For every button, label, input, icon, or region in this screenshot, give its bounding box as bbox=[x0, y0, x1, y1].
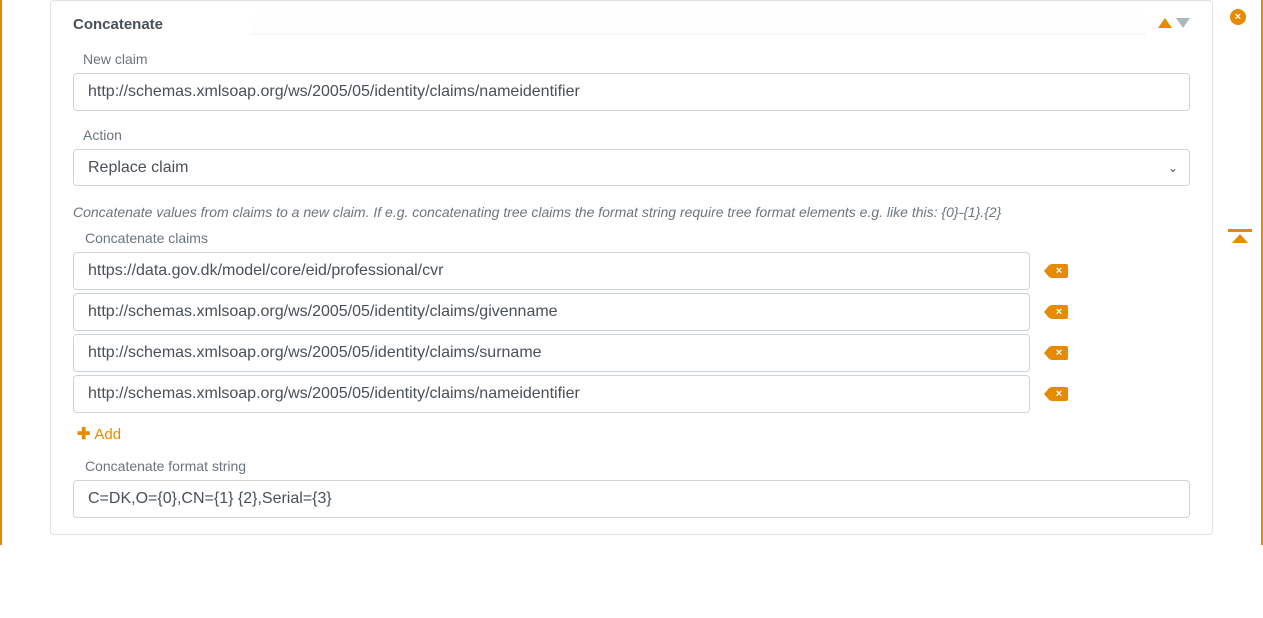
claim-row: × bbox=[73, 334, 1030, 372]
claim-input[interactable] bbox=[73, 375, 1030, 413]
remove-card-button[interactable]: × bbox=[1230, 9, 1246, 25]
delete-claim-button[interactable]: × bbox=[1050, 305, 1068, 319]
claim-input[interactable] bbox=[73, 293, 1030, 331]
plus-icon: ✚ bbox=[77, 424, 90, 444]
add-claim-button[interactable]: ✚ Add bbox=[77, 424, 121, 444]
delete-claim-button[interactable]: × bbox=[1050, 346, 1068, 360]
concatenate-card: × Concatenate New claim bbox=[50, 0, 1213, 535]
claim-row: × bbox=[73, 293, 1030, 331]
concatenate-claims-label: Concatenate claims bbox=[85, 230, 1190, 246]
claim-input[interactable] bbox=[73, 334, 1030, 372]
header-gradient bbox=[251, 11, 1146, 35]
delete-icon: × bbox=[1056, 266, 1062, 277]
claim-input[interactable] bbox=[73, 252, 1030, 290]
new-claim-input[interactable] bbox=[73, 73, 1190, 111]
claim-row: × bbox=[73, 252, 1030, 290]
frame-border-left bbox=[0, 0, 2, 545]
delete-icon: × bbox=[1056, 348, 1062, 359]
delete-icon: × bbox=[1056, 389, 1062, 400]
delete-claim-button[interactable]: × bbox=[1050, 387, 1068, 401]
collapse-triangle-icon bbox=[1232, 234, 1248, 243]
delete-claim-button[interactable]: × bbox=[1050, 264, 1068, 278]
action-select[interactable]: Replace claim bbox=[73, 149, 1190, 186]
collapse-bar-icon bbox=[1228, 229, 1252, 232]
new-claim-label: New claim bbox=[83, 51, 1182, 67]
format-string-input[interactable] bbox=[73, 480, 1190, 518]
move-up-button[interactable] bbox=[1158, 18, 1172, 28]
format-label: Concatenate format string bbox=[85, 458, 1182, 474]
delete-icon: × bbox=[1056, 307, 1062, 318]
action-label: Action bbox=[83, 127, 1182, 143]
collapse-toggle[interactable] bbox=[1228, 229, 1252, 243]
add-claim-label: Add bbox=[94, 426, 121, 443]
close-icon: × bbox=[1235, 12, 1241, 23]
card-title: Concatenate bbox=[73, 14, 243, 33]
help-text: Concatenate values from claims to a new … bbox=[73, 204, 1190, 220]
claim-row: × bbox=[73, 375, 1030, 413]
move-down-button[interactable] bbox=[1176, 18, 1190, 28]
